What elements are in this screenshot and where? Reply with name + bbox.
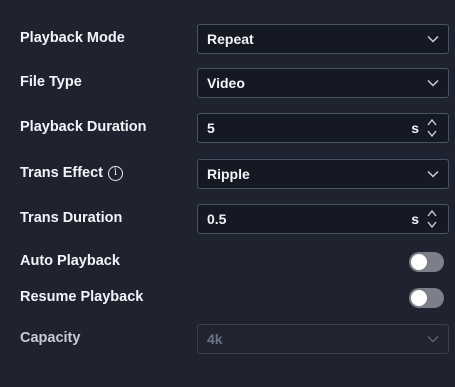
trans-duration-unit: s (411, 211, 419, 227)
toggle-knob (411, 254, 427, 270)
chevron-down-icon (422, 325, 444, 353)
auto-playback-row: Auto Playback (0, 250, 455, 274)
playback-mode-value: Repeat (207, 31, 254, 47)
number-stepper-icon[interactable] (425, 115, 439, 141)
playback-mode-row: Playback Mode Repeat (0, 24, 455, 54)
trans-effect-row: Trans Effect i Ripple (0, 159, 455, 189)
resume-playback-row: Resume Playback (0, 286, 455, 310)
number-stepper-icon[interactable] (425, 206, 439, 232)
file-type-row: File Type Video (0, 68, 455, 98)
resume-playback-label: Resume Playback (20, 289, 144, 305)
capacity-value: 4k (207, 331, 223, 347)
resume-playback-toggle[interactable] (409, 288, 444, 308)
auto-playback-toggle[interactable] (409, 252, 444, 272)
playback-duration-input[interactable]: 5 s (197, 113, 449, 143)
capacity-label: Capacity (20, 330, 81, 346)
chevron-down-icon (422, 160, 444, 188)
trans-effect-value: Ripple (207, 166, 250, 182)
file-type-select[interactable]: Video (197, 68, 449, 98)
capacity-select: 4k (197, 324, 449, 354)
capacity-row: Capacity 4k (0, 324, 455, 354)
trans-duration-row: Trans Duration 0.5 s (0, 204, 455, 234)
trans-duration-value: 0.5 (207, 211, 227, 227)
file-type-label: File Type (20, 74, 82, 90)
trans-duration-input[interactable]: 0.5 s (197, 204, 449, 234)
toggle-knob (411, 290, 427, 306)
trans-duration-label: Trans Duration (20, 210, 123, 226)
file-type-value: Video (207, 75, 245, 91)
playback-settings-panel: Playback Mode Repeat File Type Video Pla… (0, 0, 455, 387)
auto-playback-label: Auto Playback (20, 253, 120, 269)
chevron-down-icon (422, 25, 444, 53)
playback-duration-row: Playback Duration 5 s (0, 113, 455, 143)
trans-effect-select[interactable]: Ripple (197, 159, 449, 189)
trans-effect-label: Trans Effect (20, 165, 103, 181)
playback-duration-value: 5 (207, 120, 215, 136)
playback-mode-select[interactable]: Repeat (197, 24, 449, 54)
chevron-down-icon (422, 69, 444, 97)
playback-duration-label: Playback Duration (20, 119, 147, 135)
playback-duration-unit: s (411, 120, 419, 136)
playback-mode-label: Playback Mode (20, 30, 125, 46)
trans-effect-label-group: Trans Effect i (20, 165, 123, 181)
info-circle-icon[interactable]: i (108, 165, 123, 181)
